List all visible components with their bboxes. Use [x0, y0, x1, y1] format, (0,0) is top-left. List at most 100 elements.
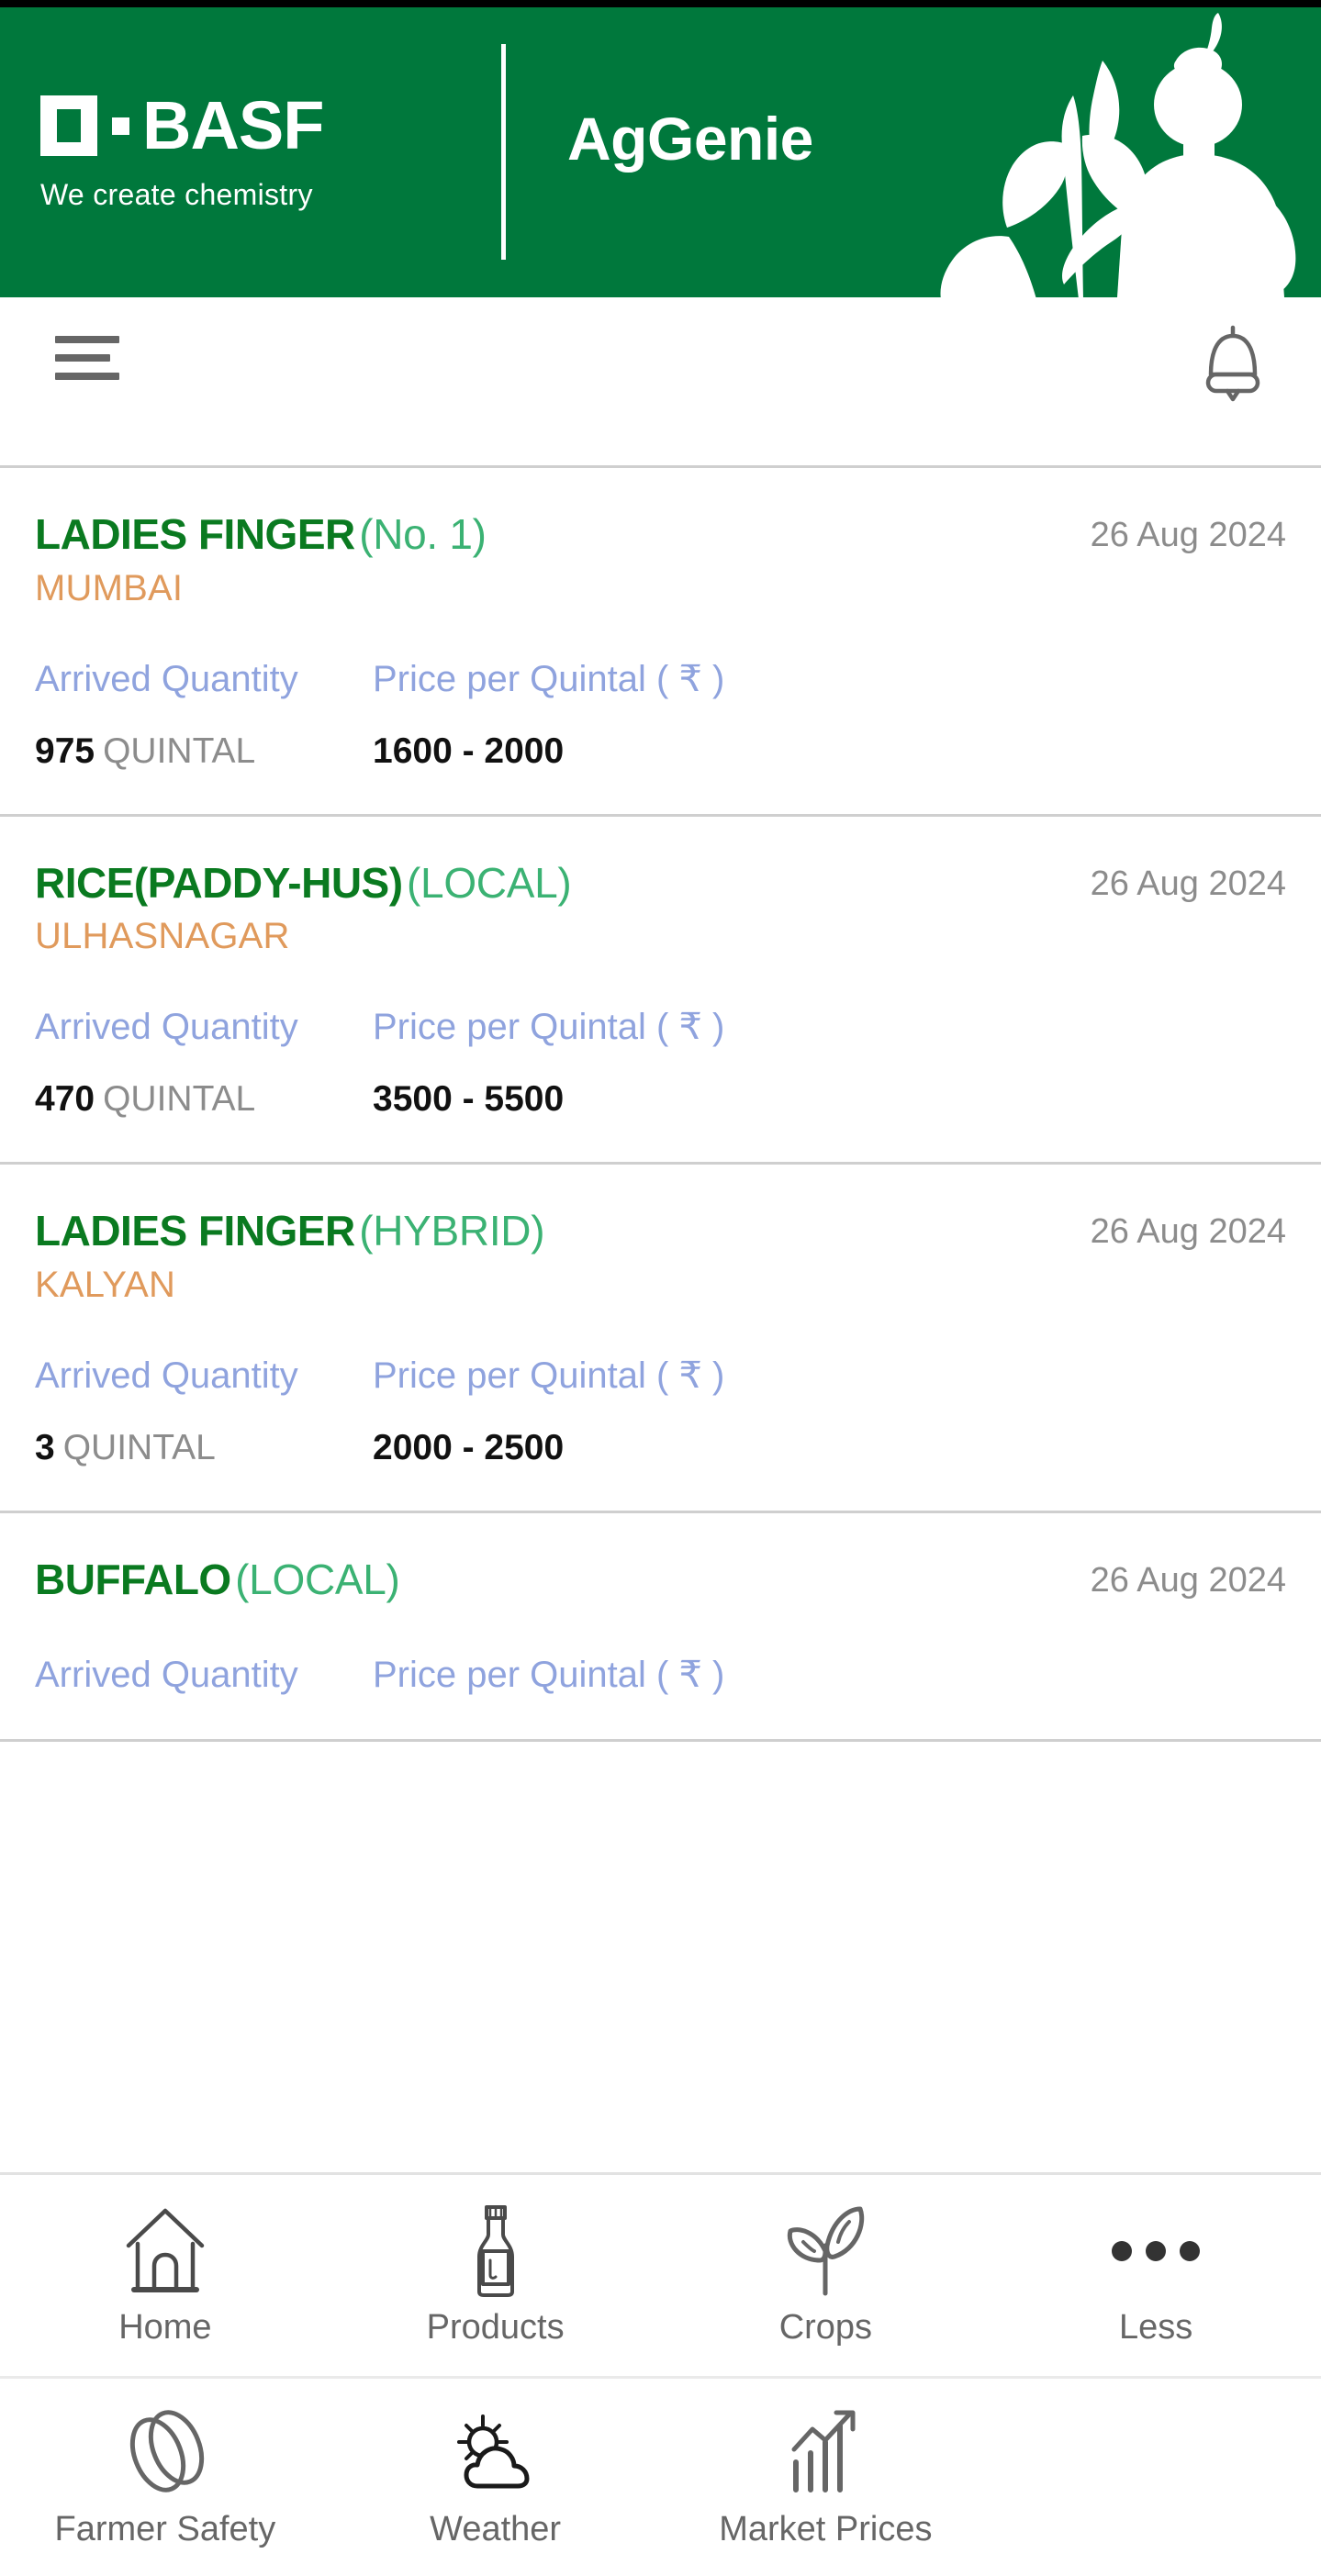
price-label: Price per Quintal ( ₹ )	[373, 1654, 725, 1695]
arrived-quantity-column: Arrived Quantity 975 QUINTAL	[35, 657, 373, 772]
crop-name: LADIES FINGER	[35, 1207, 355, 1255]
crop-name: RICE(PADDY-HUS)	[35, 858, 403, 907]
card-header: LADIES FINGER (HYBRID) KALYAN 26 Aug 202…	[35, 1165, 1286, 1306]
price-column: Price per Quintal ( ₹ ) 2000 - 2500	[373, 1354, 850, 1468]
nav-label-crops: Crops	[778, 2308, 873, 2347]
price-date: 26 Aug 2024	[1090, 864, 1286, 903]
brand-divider	[501, 44, 506, 260]
market-price-card[interactable]: LADIES FINGER (No. 1) MUMBAI 26 Aug 2024…	[0, 467, 1321, 817]
basf-square-icon	[40, 95, 97, 156]
app-root: BASF We create chemistry AgGenie LADIES …	[0, 0, 1321, 2576]
market-price-list[interactable]: 1460QUINTAL 3850 - 4500 LADIES FINGER (	[0, 426, 1321, 2172]
nav-item-products[interactable]: Products	[330, 2175, 661, 2376]
nav-label-weather: Weather	[430, 2510, 562, 2548]
crop-variety: (LOCAL)	[407, 858, 572, 907]
arrived-quantity-label: Arrived Quantity	[35, 658, 298, 699]
price-label: Price per Quintal ( ₹ )	[373, 1355, 725, 1396]
market-price-card[interactable]: 1460QUINTAL 3850 - 4500	[0, 426, 1321, 468]
arrived-quantity-column: Arrived Quantity	[35, 1653, 373, 1697]
home-icon	[121, 2203, 209, 2299]
bottom-nav-row-primary: Home Products Crops Less	[0, 2175, 1321, 2379]
card-metrics: Arrived Quantity Price per Quintal ( ₹ )	[35, 1605, 1286, 1739]
quantity-unit: QUINTAL	[62, 1427, 216, 1467]
quantity-unit: QUINTAL	[103, 1079, 256, 1120]
basf-dot-icon	[112, 117, 129, 135]
genie-farmer-illustration	[940, 13, 1296, 297]
quantity-unit: QUINTAL	[103, 730, 256, 771]
price-range-value: 3500 - 5500	[373, 1079, 850, 1120]
market-name: MUMBAI	[35, 567, 184, 608]
bar-chart-arrow-icon	[781, 2405, 869, 2501]
arrived-quantity-label: Arrived Quantity	[35, 1355, 298, 1396]
status-strip	[0, 0, 1321, 7]
quantity-number: 975	[35, 730, 95, 771]
price-date: 26 Aug 2024	[1090, 1560, 1286, 1600]
price-label: Price per Quintal ( ₹ )	[373, 658, 725, 699]
nav-item-farmer-safety[interactable]: Farmer Safety	[0, 2379, 330, 2576]
app-bar	[0, 297, 1321, 426]
bottom-navigation: Home Products Crops Less Farmer Safety W…	[0, 2172, 1321, 2576]
nav-item-crops[interactable]: Crops	[661, 2175, 991, 2376]
price-date: 26 Aug 2024	[1090, 1212, 1286, 1252]
nav-item-home[interactable]: Home	[0, 2175, 330, 2376]
arrived-quantity-column: Arrived Quantity 3 QUINTAL	[35, 1354, 373, 1468]
price-range-text: 2000 - 2500	[373, 1427, 565, 1467]
price-column: Price per Quintal ( ₹ ) 1600 - 2000	[373, 657, 850, 772]
price-range-value: 1600 - 2000	[373, 730, 850, 772]
nav-item-less[interactable]: Less	[991, 2175, 1321, 2376]
bottle-icon	[463, 2203, 529, 2299]
crop-name: BUFFALO	[35, 1555, 231, 1603]
linked-rings-icon	[121, 2405, 209, 2501]
nav-label-home: Home	[118, 2308, 212, 2347]
price-range-value: 2000 - 2500	[373, 1427, 850, 1468]
basf-wordmark: BASF	[40, 88, 472, 163]
arrived-quantity-column: Arrived Quantity 470 QUINTAL	[35, 1005, 373, 1120]
card-header: LADIES FINGER (No. 1) MUMBAI 26 Aug 2024	[35, 468, 1286, 609]
arrived-quantity-value: 3 QUINTAL	[35, 1427, 373, 1468]
card-metrics: Arrived Quantity 470 QUINTAL Price per Qu…	[35, 957, 1286, 1162]
market-price-list-inner: 1460QUINTAL 3850 - 4500 LADIES FINGER (	[0, 426, 1321, 1742]
basf-logo-block: BASF We create chemistry	[40, 88, 472, 212]
basf-tagline: We create chemistry	[40, 178, 313, 211]
arrived-quantity-value: 975 QUINTAL	[35, 730, 373, 772]
card-header: BUFFALO (LOCAL) 26 Aug 2024	[35, 1513, 1286, 1605]
crop-name: LADIES FINGER	[35, 509, 355, 558]
nav-label-farmer-safety: Farmer Safety	[54, 2510, 276, 2548]
seedling-icon	[781, 2203, 869, 2299]
sun-cloud-icon	[452, 2405, 540, 2501]
price-column: Price per Quintal ( ₹ )	[373, 1653, 850, 1697]
arrived-quantity-label: Arrived Quantity	[35, 1654, 298, 1695]
quantity-number: 3	[35, 1427, 55, 1467]
price-column: Price per Quintal ( ₹ ) 3500 - 5500	[373, 1005, 850, 1120]
market-price-card[interactable]: BUFFALO (LOCAL) 26 Aug 2024 Arrived Quan…	[0, 1512, 1321, 1742]
bell-icon[interactable]	[1198, 323, 1268, 402]
price-range-text: 1600 - 2000	[373, 730, 565, 771]
price-range-text: 3500 - 5500	[373, 1079, 565, 1120]
arrived-quantity-value: 470 QUINTAL	[35, 1079, 373, 1120]
market-price-card[interactable]: LADIES FINGER (HYBRID) KALYAN 26 Aug 202…	[0, 1165, 1321, 1513]
market-name: KALYAN	[35, 1264, 176, 1305]
card-metrics: Arrived Quantity 975 QUINTAL Price per Qu…	[35, 609, 1286, 814]
card-metrics: Arrived Quantity 3 QUINTAL Price per Quin…	[35, 1306, 1286, 1511]
brand-header: BASF We create chemistry AgGenie	[0, 7, 1321, 297]
crop-variety: (HYBRID)	[359, 1207, 545, 1255]
crop-variety: (No. 1)	[359, 509, 487, 558]
three-dots-icon	[1112, 2203, 1201, 2299]
price-date: 26 Aug 2024	[1090, 515, 1286, 554]
nav-item-weather[interactable]: Weather	[330, 2379, 661, 2576]
market-price-card[interactable]: RICE(PADDY-HUS) (LOCAL) ULHASNAGAR 26 Au…	[0, 816, 1321, 1165]
hamburger-menu-icon[interactable]	[55, 332, 119, 384]
nav-item-market-prices[interactable]: Market Prices	[661, 2379, 991, 2576]
card-header: RICE(PADDY-HUS) (LOCAL) ULHASNAGAR 26 Au…	[35, 817, 1286, 958]
nav-item-placeholder	[991, 2379, 1321, 2576]
nav-label-less: Less	[1118, 2308, 1193, 2347]
quantity-number: 470	[35, 1079, 95, 1120]
market-name: ULHASNAGAR	[35, 916, 290, 957]
app-name-title: AgGenie	[567, 105, 813, 173]
arrived-quantity-label: Arrived Quantity	[35, 1007, 298, 1048]
crop-variety: (LOCAL)	[235, 1555, 400, 1603]
price-label: Price per Quintal ( ₹ )	[373, 1007, 725, 1048]
bottom-nav-row-secondary: Farmer Safety Weather Market Prices	[0, 2379, 1321, 2576]
nav-label-market-prices: Market Prices	[719, 2510, 933, 2548]
basf-logo-text: BASF	[142, 87, 324, 163]
